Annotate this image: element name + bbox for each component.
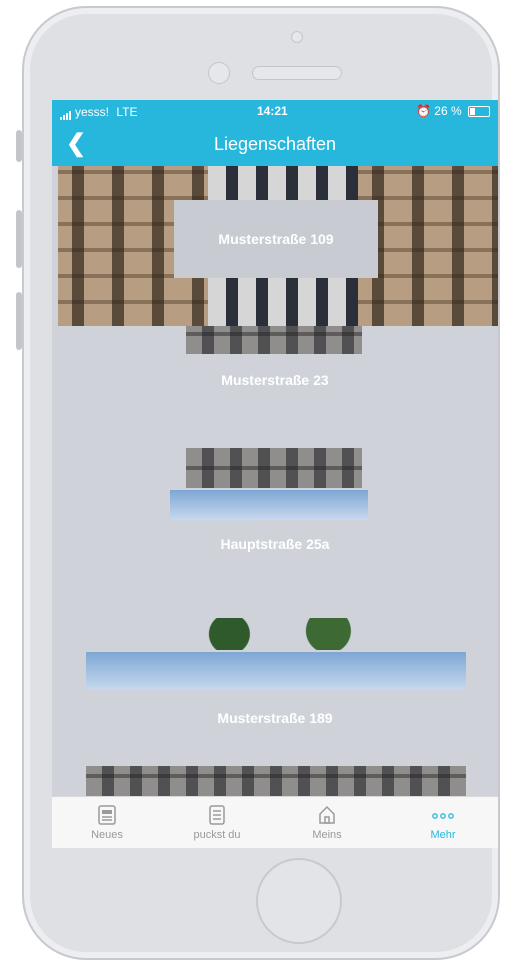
- tab-label: Mehr: [430, 829, 456, 841]
- list-item[interactable]: Musterstraße 189: [52, 618, 498, 768]
- list-item[interactable]: Musterstraße 23: [52, 326, 498, 446]
- navigation-bar: ❮ Liegenschaften: [52, 124, 498, 166]
- building-image: [86, 652, 466, 690]
- building-image: [186, 448, 362, 488]
- property-name: Musterstraße 109: [174, 200, 378, 278]
- property-list: Musterstraße 109 Musterstraße 23 Hauptst…: [52, 166, 498, 796]
- tab-mehr[interactable]: Mehr: [388, 797, 498, 848]
- status-bar: yesss! LTE 14:21 ⏰ 26 %: [52, 100, 498, 124]
- battery-status: ⏰ 26 %: [416, 104, 490, 118]
- building-image: [358, 166, 498, 326]
- mute-switch[interactable]: [16, 130, 22, 162]
- home-button[interactable]: [256, 858, 342, 944]
- earpiece-speaker: [252, 66, 342, 80]
- app-screen: yesss! LTE 14:21 ⏰ 26 % ❮ Liegenschaften…: [52, 100, 498, 848]
- property-name: Musterstraße 23: [221, 372, 329, 388]
- list-item[interactable]: Musterstraße 109: [52, 166, 498, 326]
- tab-bar: Neues puckst du Meins Mehr: [52, 796, 498, 848]
- tab-label: Neues: [91, 829, 123, 841]
- tab-puckst-du[interactable]: puckst du: [162, 797, 272, 848]
- building-image: [86, 766, 466, 796]
- tab-neues[interactable]: Neues: [52, 797, 162, 848]
- network-type: LTE: [116, 105, 138, 119]
- property-name: Musterstraße 189: [217, 710, 333, 726]
- tab-label: puckst du: [193, 829, 241, 841]
- carrier-info: yesss! LTE: [60, 105, 137, 120]
- proximity-sensor: [208, 62, 230, 84]
- status-time: 14:21: [257, 104, 288, 118]
- document-icon: [209, 805, 225, 825]
- battery-percent: 26 %: [434, 104, 462, 118]
- property-name: Hauptstraße 25a: [220, 536, 330, 552]
- building-image: [170, 618, 368, 650]
- signal-icon: [60, 106, 72, 120]
- volume-down-button[interactable]: [16, 292, 22, 350]
- alarm-icon: ⏰: [416, 104, 431, 118]
- home-icon: [319, 805, 335, 824]
- battery-icon: [468, 106, 490, 118]
- tab-meins[interactable]: Meins: [272, 797, 382, 848]
- building-image: [186, 326, 362, 354]
- building-image: [170, 490, 368, 520]
- more-dots-icon: [432, 813, 454, 819]
- tab-label: Meins: [312, 829, 342, 841]
- front-camera: [291, 31, 303, 43]
- page-title: Liegenschaften: [213, 134, 337, 154]
- carrier-name: yesss!: [75, 105, 110, 119]
- newspaper-icon: [98, 805, 116, 825]
- list-item[interactable]: Hauptstraße 25a: [52, 448, 498, 598]
- volume-up-button[interactable]: [16, 210, 22, 268]
- list-item[interactable]: [52, 766, 498, 796]
